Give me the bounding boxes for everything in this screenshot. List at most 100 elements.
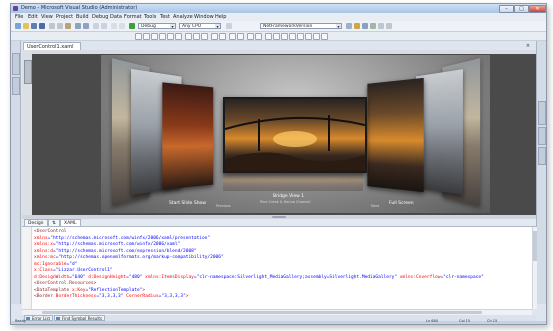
make-same-size-icon[interactable]	[201, 33, 208, 40]
menu-edit[interactable]: Edit	[28, 14, 38, 20]
code-line[interactable]: d:DesignWidth="640" d:DesignHeight="480"…	[34, 275, 484, 281]
cut-icon[interactable]	[49, 23, 55, 29]
toolbar-options-icon[interactable]	[386, 23, 392, 29]
code-token: CornerRadius	[123, 294, 158, 299]
menu-debug[interactable]: Debug	[92, 14, 108, 20]
align-middle-icon[interactable]	[167, 33, 174, 40]
new-project-icon[interactable]	[15, 23, 21, 29]
menu-format[interactable]: Format	[124, 14, 142, 20]
maximize-button[interactable]: □	[514, 5, 529, 13]
center-horizontally-icon[interactable]	[247, 33, 254, 40]
scrollbar-thumb[interactable]	[533, 231, 537, 261]
vertical-spacing-icon[interactable]	[219, 33, 226, 40]
align-center-icon[interactable]	[143, 33, 150, 40]
zoom-slider[interactable]	[24, 60, 32, 84]
code-line[interactable]: <Border BorderThickness="3,3,3,3" Corner…	[34, 294, 189, 300]
menu-test[interactable]: Test	[160, 14, 170, 20]
properties-icon[interactable]	[362, 23, 368, 29]
splitter-grip[interactable]	[272, 216, 286, 218]
coverflow-item-left-1[interactable]	[162, 82, 213, 189]
coverflow-item-center[interactable]	[223, 97, 367, 173]
code-line[interactable]: xmlns="http://schemas.microsoft.com/winf…	[34, 236, 210, 242]
menu-file[interactable]: File	[15, 14, 23, 20]
properties-side-tab[interactable]	[538, 127, 546, 145]
align-left-icon[interactable]	[135, 33, 142, 40]
horizontal-spacing-icon[interactable]	[211, 33, 218, 40]
full-screen-label[interactable]: Full Screen	[389, 201, 414, 206]
code-line[interactable]: xmlns:x="http://schemas.microsoft.com/wi…	[34, 242, 180, 248]
menu-window[interactable]: Window	[194, 14, 214, 20]
open-file-icon[interactable]	[23, 23, 29, 29]
tab-order-icon[interactable]	[273, 33, 280, 40]
object-browser-icon[interactable]	[370, 23, 376, 29]
start-debugging-icon[interactable]	[129, 23, 135, 29]
align-top-icon[interactable]	[159, 33, 166, 40]
menu-project[interactable]: Project	[56, 14, 73, 20]
configuration-dropdown[interactable]: Debug ▾	[138, 23, 176, 29]
align-right-icon[interactable]	[151, 33, 158, 40]
document-tab[interactable]: UserControl1.xaml	[23, 42, 81, 50]
toolbar-misc-icon[interactable]	[119, 23, 125, 29]
layout-misc-icon[interactable]	[297, 33, 304, 40]
editor-vertical-scrollbar[interactable]	[532, 227, 537, 309]
server-explorer-side-tab[interactable]	[12, 77, 20, 95]
toolbox-side-tab[interactable]	[12, 53, 20, 75]
start-slideshow-label[interactable]: Start Slide Show	[169, 201, 206, 206]
lock-controls-icon[interactable]	[265, 33, 272, 40]
navigate-back-icon[interactable]	[93, 23, 99, 29]
align-bottom-icon[interactable]	[175, 33, 182, 40]
code-line[interactable]: x:Class="Lizzar.UserControl1"	[34, 268, 113, 274]
menu-data[interactable]: Data	[110, 14, 122, 20]
navigate-forward-icon[interactable]	[101, 23, 107, 29]
previous-label[interactable]: Previous	[216, 204, 231, 208]
close-document-icon[interactable]: ×	[525, 43, 531, 49]
minimize-button[interactable]: –	[499, 5, 514, 13]
toolbox-icon[interactable]	[378, 23, 384, 29]
redo-icon[interactable]	[83, 23, 89, 29]
code-line[interactable]: <UserControl	[34, 229, 67, 235]
find-combo[interactable]: NetFrameworkVersion ▾	[260, 23, 342, 29]
layout-misc-icon[interactable]	[289, 33, 296, 40]
find-icon[interactable]	[226, 23, 232, 29]
layout-misc-icon[interactable]	[313, 33, 320, 40]
class-view-side-tab[interactable]	[538, 147, 546, 165]
menu-build[interactable]: Build	[76, 14, 89, 20]
send-to-back-icon[interactable]	[237, 33, 244, 40]
layout-misc-icon[interactable]	[305, 33, 312, 40]
tab-design[interactable]: Design	[24, 219, 48, 226]
menu-view[interactable]: View	[41, 14, 53, 20]
xaml-editor[interactable]: <UserControl xmlns="http://schemas.micros…	[22, 227, 532, 309]
solution-explorer-icon[interactable]	[354, 23, 360, 29]
copy-icon[interactable]	[57, 23, 63, 29]
bring-to-front-icon[interactable]	[229, 33, 236, 40]
solution-explorer-side-tab[interactable]	[538, 101, 546, 125]
make-same-height-icon[interactable]	[193, 33, 200, 40]
scrollbar-thumb[interactable]	[42, 311, 482, 314]
save-all-icon[interactable]	[39, 23, 45, 29]
coverflow-item-right-1[interactable]	[367, 78, 423, 192]
code-line[interactable]: xmlns:mc="http://schemas.openxmlformats.…	[34, 255, 224, 261]
tab-xaml[interactable]: XAML	[60, 219, 81, 226]
next-label[interactable]: Next	[371, 204, 379, 208]
menu-analyze[interactable]: Analyze	[173, 14, 193, 20]
coverflow-stage[interactable]: Start Slide Show Previous Bridge View 1 …	[101, 55, 490, 213]
platform-dropdown[interactable]: Any CPU ▾	[179, 23, 221, 29]
code-line[interactable]: xmlns:d="http://schemas.microsoft.com/ex…	[34, 249, 197, 255]
toolbar-misc-icon[interactable]	[111, 23, 117, 29]
close-window-button[interactable]: ✕	[529, 5, 546, 13]
code-line[interactable]: mc:Ignorable="d"	[34, 262, 77, 268]
layout-misc-icon[interactable]	[281, 33, 288, 40]
make-same-width-icon[interactable]	[185, 33, 192, 40]
code-line[interactable]: <UserControl.Resources>	[34, 281, 96, 287]
paste-icon[interactable]	[65, 23, 71, 29]
code-line[interactable]: <DataTemplate x:Key="ReflectionTemplate"…	[34, 288, 145, 294]
center-vertically-icon[interactable]	[255, 33, 262, 40]
find-in-files-icon[interactable]	[346, 23, 352, 29]
save-icon[interactable]	[31, 23, 37, 29]
menu-help[interactable]: Help	[215, 14, 226, 20]
tab-swap-panes[interactable]: ⇅	[48, 219, 60, 226]
menu-tools[interactable]: Tools	[144, 14, 156, 20]
layout-misc-icon[interactable]	[321, 33, 328, 40]
designer-surface[interactable]: Start Slide Show Previous Bridge View 1 …	[22, 50, 536, 215]
undo-icon[interactable]	[75, 23, 81, 29]
